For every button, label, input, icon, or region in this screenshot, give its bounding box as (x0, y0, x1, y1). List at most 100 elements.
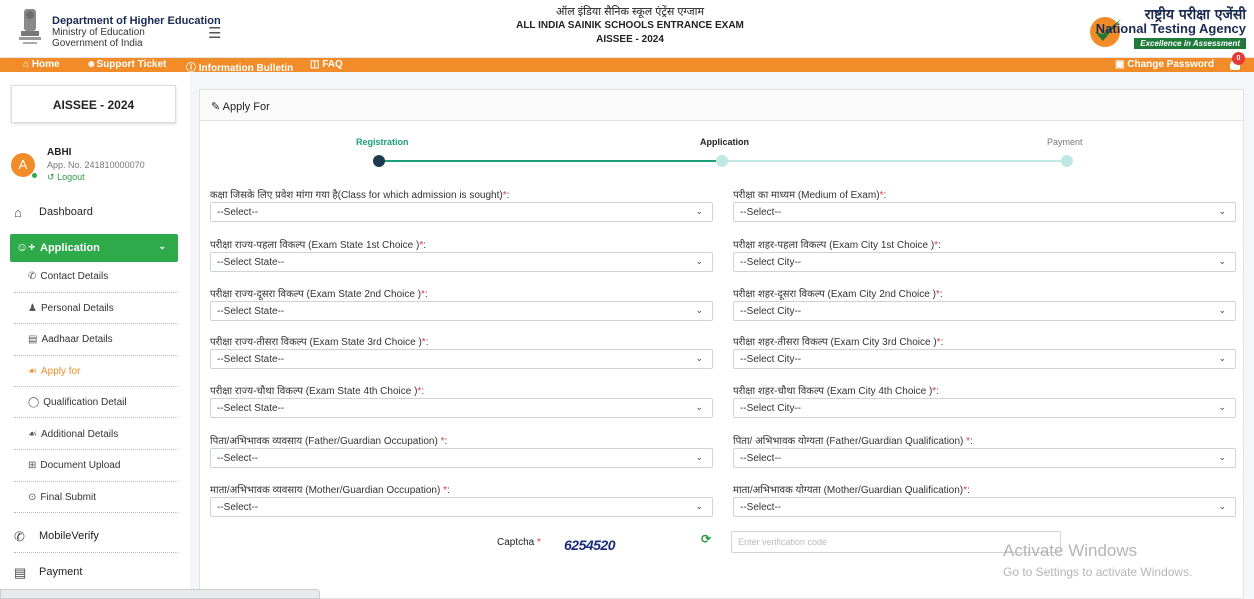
required-marker: * (934, 240, 939, 251)
step-payment-dot (1061, 155, 1073, 167)
required-marker: * (963, 485, 968, 496)
exam-state-4-select[interactable]: --Select State-- ⌄ (210, 398, 713, 418)
browser-status-bar (0, 589, 320, 599)
chevron-down-icon: ⌄ (695, 402, 703, 412)
person-icon: ♟ (28, 303, 37, 314)
select-value: --Select-- (740, 207, 782, 218)
required-marker: * (936, 337, 941, 348)
sidebar-subitem-final-submit[interactable]: ⊙ Final Submit (28, 492, 96, 503)
exam-state-2-label: परीक्षा राज्य-दूसरा विकल्प (Exam State 2… (210, 289, 428, 300)
exam-city-3-label: परीक्षा शहर-तीसरा विकल्प (Exam City 3rd … (733, 337, 944, 348)
label-text: माता/अभिभावक योग्यता (Mother/Guardian Qu… (733, 485, 964, 496)
exam-city-4-select[interactable]: --Select City-- ⌄ (733, 398, 1236, 418)
credit-card-icon: ▤ (14, 565, 27, 580)
exam-city-1-select[interactable]: --Select City-- ⌄ (733, 252, 1236, 272)
father-occupation-select[interactable]: --Select-- ⌄ (210, 448, 713, 468)
father-qualification-select[interactable]: --Select-- ⌄ (733, 448, 1236, 468)
sidebar-subitem-apply-for[interactable]: ☙ Apply for (28, 366, 80, 377)
upload-icon: ⊞ (28, 460, 37, 471)
sidebar-item-application[interactable]: ☺+ Application ⌄ (10, 234, 178, 262)
select-value: --Select State-- (217, 257, 285, 268)
chevron-down-icon: ⌄ (1218, 353, 1226, 363)
chat-icon: ◫ (310, 59, 320, 70)
required-marker: * (879, 190, 884, 201)
exam-state-2-select[interactable]: --Select State-- ⌄ (210, 301, 713, 321)
mother-qualification-select[interactable]: --Select-- ⌄ (733, 497, 1236, 517)
information-bulletin-link[interactable]: ⓘ Information Bulletin (186, 59, 293, 74)
required-marker: * (966, 436, 971, 447)
activate-windows-watermark: Activate Windows (1003, 541, 1138, 560)
sidebar-subitem-aadhaar-details[interactable]: ▤ Aadhaar Details (28, 334, 113, 345)
select-value: --Select State-- (217, 403, 285, 414)
label-text: माता/अभिभावक व्यवसाय (Mother/Guardian Oc… (210, 485, 444, 496)
exam-city-2-select[interactable]: --Select City-- ⌄ (733, 301, 1236, 321)
required-marker: * (443, 485, 447, 496)
trophy-icon: ☙ (28, 429, 37, 440)
required-marker: * (502, 190, 507, 201)
sidebar-item-label: Dashboard (39, 206, 93, 218)
sidebar-subitem-label: Qualification Detail (43, 397, 127, 408)
required-marker: * (935, 289, 940, 300)
sidebar-subitem-additional-details[interactable]: ☙ Additional Details (28, 429, 118, 440)
faq-link[interactable]: ◫ FAQ (310, 59, 343, 70)
sidebar-subitem-label: Aadhaar Details (41, 334, 113, 345)
user-name: ABHI (47, 147, 72, 158)
sidebar-subitem-label: Document Upload (40, 460, 121, 471)
exam-city-2-label: परीक्षा शहर-दूसरा विकल्प (Exam City 2nd … (733, 289, 943, 300)
class-admission-select[interactable]: --Select-- ⌄ (210, 202, 713, 222)
exam-state-1-label: परीक्षा राज्य-पहला विकल्प (Exam State 1s… (210, 240, 426, 251)
step-registration-dot (373, 155, 385, 167)
exam-state-3-select[interactable]: --Select State-- ⌄ (210, 349, 713, 369)
select-value: --Select-- (740, 453, 782, 464)
sidebar-subitem-qualification-detail[interactable]: ◯ Qualification Detail (28, 397, 127, 408)
divider (14, 323, 178, 324)
select-value: --Select-- (217, 453, 259, 464)
exam-title-english: ALL INDIA SAINIK SCHOOLS ENTRANCE EXAM (516, 20, 744, 31)
sidebar-subitem-label: Personal Details (40, 303, 114, 314)
medium-of-exam-select[interactable]: --Select-- ⌄ (733, 202, 1236, 222)
select-value: --Select City-- (740, 257, 802, 268)
exam-title-hindi: ऑल इंडिया सैनिक स्कूल एंट्रेंस एग्जाम (555, 6, 705, 18)
home-link[interactable]: ⌂ Home (23, 59, 60, 70)
mother-occupation-select[interactable]: --Select-- ⌄ (210, 497, 713, 517)
hamburger-menu-icon[interactable]: ☰ (208, 24, 221, 42)
captcha-label-text: Captcha (497, 537, 535, 548)
sidebar-subitem-personal-details[interactable]: ♟ Personal Details (28, 303, 114, 314)
captcha-label: Captcha * (497, 537, 541, 548)
national-emblem-icon (19, 9, 41, 44)
page-header: Department of Higher Education Ministry … (0, 0, 1254, 58)
sidebar-item-label: Application (40, 242, 100, 254)
online-status-dot (31, 172, 38, 179)
chevron-down-icon: ⌄ (695, 452, 703, 462)
logout-link[interactable]: ↺ Logout (47, 172, 85, 183)
support-ticket-link[interactable]: ☻Support Ticket (86, 59, 166, 70)
step-registration-label: Registration (356, 137, 409, 147)
required-marker: * (932, 386, 937, 397)
information-bulletin-label: Information Bulletin (198, 63, 294, 74)
change-password-link[interactable]: ▣ Change Password (1115, 59, 1214, 70)
sidebar-subitem-contact-details[interactable]: ✆ Contact Details (28, 271, 108, 282)
chevron-down-icon: ⌄ (1218, 206, 1226, 216)
divider (14, 481, 178, 482)
sidebar-subitem-document-upload[interactable]: ⊞ Document Upload (28, 460, 120, 471)
father-qualification-label: पिता/ अभिभावक योग्यता (Father/Guardian Q… (733, 436, 973, 447)
required-marker: * (417, 386, 422, 397)
home-icon: ⌂ (14, 205, 22, 220)
label-text: परीक्षा शहर-चौथा विकल्प (Exam City 4th C… (733, 386, 933, 397)
label-text: परीक्षा शहर-दूसरा विकल्प (Exam City 2nd … (733, 289, 936, 300)
label-text: परीक्षा शहर-पहला विकल्प (Exam City 1st C… (733, 240, 935, 251)
divider (14, 512, 178, 513)
panel-title: ✎ Apply For (211, 100, 270, 113)
select-value: --Select-- (740, 502, 782, 513)
divider (14, 449, 178, 450)
required-marker: * (537, 537, 541, 548)
exam-state-1-select[interactable]: --Select State-- ⌄ (210, 252, 713, 272)
exam-state-3-label: परीक्षा राज्य-तीसरा विकल्प (Exam State 3… (210, 337, 429, 348)
chevron-down-icon: ⌄ (695, 305, 703, 315)
label-text: परीक्षा राज्य-चौथा विकल्प (Exam State 4t… (210, 386, 418, 397)
label-text: पिता/अभिभावक व्यवसाय (Father/Guardian Oc… (210, 436, 441, 447)
select-value: --Select-- (217, 502, 259, 513)
exam-city-3-select[interactable]: --Select City-- ⌄ (733, 349, 1236, 369)
refresh-captcha-icon[interactable]: ⟳ (701, 532, 711, 546)
select-value: --Select City-- (740, 354, 802, 365)
